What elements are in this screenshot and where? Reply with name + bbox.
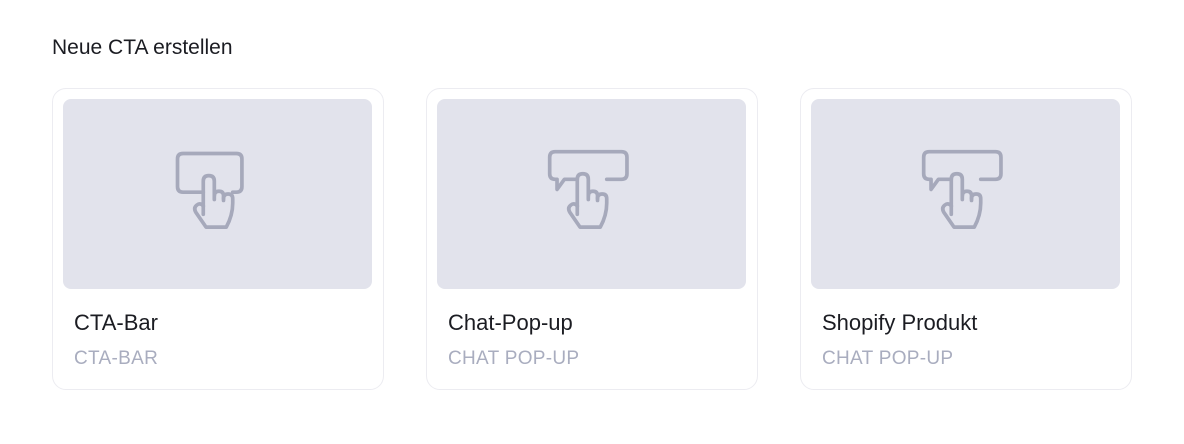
card-chat-pop-up[interactable]: Chat-Pop-up CHAT POP-UP bbox=[426, 88, 758, 390]
chat-tap-icon bbox=[547, 149, 629, 229]
card-preview bbox=[63, 99, 372, 289]
card-subtitle: CTA-BAR bbox=[74, 348, 159, 369]
card-shopify-produkt[interactable]: Shopify Produkt CHAT POP-UP bbox=[800, 88, 1132, 390]
tap-button-icon bbox=[175, 151, 244, 229]
card-title: Shopify Produkt bbox=[822, 310, 978, 335]
card-subtitle: CHAT POP-UP bbox=[822, 348, 954, 369]
card-title: CTA-Bar bbox=[74, 310, 158, 335]
card-preview bbox=[437, 99, 746, 289]
chat-tap-icon bbox=[921, 149, 1003, 229]
cta-type-list: CTA-Bar CTA-BAR Chat-Pop-up CHAT POP-UP bbox=[52, 88, 1132, 390]
card-subtitle: CHAT POP-UP bbox=[448, 348, 580, 369]
card-cta-bar[interactable]: CTA-Bar CTA-BAR bbox=[52, 88, 384, 390]
card-title: Chat-Pop-up bbox=[448, 310, 573, 335]
section-title: Neue CTA erstellen bbox=[52, 36, 233, 59]
page: Neue CTA erstellen CTA-Bar CTA-BAR Chat-… bbox=[0, 0, 1184, 444]
card-preview bbox=[811, 99, 1120, 289]
